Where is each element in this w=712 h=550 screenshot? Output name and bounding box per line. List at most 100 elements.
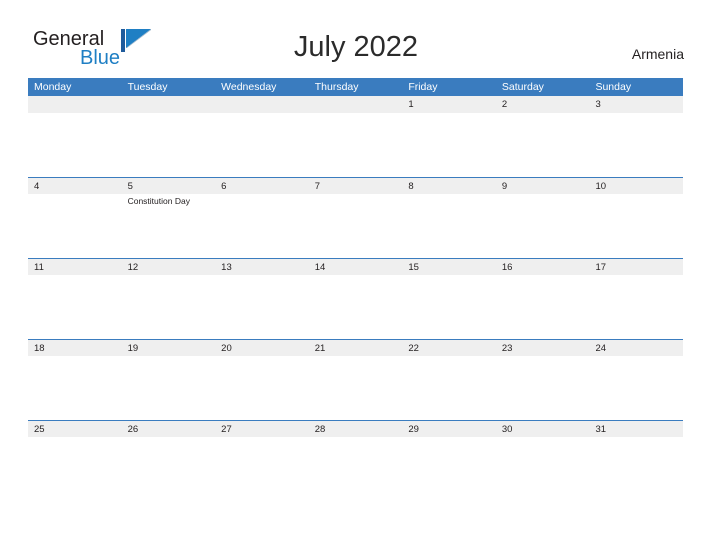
week-content-row xyxy=(28,437,683,501)
day-cell[interactable] xyxy=(496,194,590,258)
calendar-week-row: 18 19 20 21 22 23 24 xyxy=(28,339,683,420)
day-number[interactable]: 1 xyxy=(402,96,496,113)
day-cell[interactable] xyxy=(28,275,122,339)
weekday-header-row: Monday Tuesday Wednesday Thursday Friday Satu… xyxy=(28,78,683,96)
day-number[interactable]: 27 xyxy=(215,421,309,437)
page-title: July 2022 xyxy=(293,31,419,63)
day-cell[interactable] xyxy=(402,356,496,420)
day-number[interactable]: 21 xyxy=(309,340,403,356)
day-cell[interactable] xyxy=(309,194,403,258)
day-cell[interactable] xyxy=(589,194,683,258)
day-number[interactable]: 17 xyxy=(589,259,683,275)
weekday-header-thursday: Thursday xyxy=(314,81,359,93)
day-number[interactable] xyxy=(122,96,216,113)
calendar-week-row: 123 xyxy=(28,96,683,177)
day-cell[interactable] xyxy=(28,356,122,420)
weekday-header-tuesday: Tuesday xyxy=(127,81,168,93)
week-date-band: 18 19 20 21 22 23 24 xyxy=(28,339,683,356)
day-cell[interactable] xyxy=(496,356,590,420)
day-number[interactable]: 9 xyxy=(496,178,590,194)
day-number[interactable]: 10 xyxy=(589,178,683,194)
day-number[interactable]: 8 xyxy=(402,178,496,194)
day-cell[interactable]: Constitution Day xyxy=(122,194,216,258)
day-cell[interactable] xyxy=(496,275,590,339)
day-cell[interactable] xyxy=(589,275,683,339)
calendar-week-row: 25 26 27 28 29 30 31 xyxy=(28,420,683,501)
week-date-band: 11 12 13 14 15 16 17 xyxy=(28,258,683,275)
day-cell[interactable] xyxy=(309,275,403,339)
day-number[interactable]: 3 xyxy=(589,96,683,113)
day-number[interactable]: 6 xyxy=(215,178,309,194)
calendar-weeks: 1 2 3 4 5 6 7 8 9 10 Constitution Day 11 12 13 14 15 16 1… xyxy=(28,96,683,501)
day-cell[interactable] xyxy=(122,275,216,339)
day-cell[interactable] xyxy=(215,194,309,258)
day-cell[interactable] xyxy=(28,437,122,501)
day-number[interactable]: 2 xyxy=(496,96,590,113)
day-cell[interactable] xyxy=(215,437,309,501)
day-cell[interactable] xyxy=(122,437,216,501)
day-cell[interactable] xyxy=(496,437,590,501)
weekday-header-friday: Friday xyxy=(408,81,438,93)
day-cell[interactable] xyxy=(215,113,309,177)
day-cell[interactable] xyxy=(28,194,122,258)
day-number[interactable]: 29 xyxy=(402,421,496,437)
day-number[interactable]: 5 xyxy=(122,178,216,194)
day-cell[interactable] xyxy=(309,356,403,420)
day-cell[interactable] xyxy=(402,113,496,177)
calendar-page: General Blue July 2022 Armenia Monday Tue… xyxy=(0,0,712,550)
country-label: Armenia xyxy=(631,46,684,62)
day-cell[interactable] xyxy=(402,275,496,339)
day-number[interactable]: 14 xyxy=(309,259,403,275)
day-number[interactable]: 16 xyxy=(496,259,590,275)
day-number[interactable]: 19 xyxy=(122,340,216,356)
day-cell[interactable] xyxy=(496,113,590,177)
day-number[interactable]: 24 xyxy=(589,340,683,356)
day-cell[interactable] xyxy=(122,113,216,177)
day-number[interactable]: 7 xyxy=(309,178,403,194)
day-number[interactable]: 23 xyxy=(496,340,590,356)
day-cell[interactable] xyxy=(309,437,403,501)
day-cell[interactable] xyxy=(309,113,403,177)
day-number[interactable]: 4 xyxy=(28,178,122,194)
calendar-week-row: 11 12 13 14 15 16 17 xyxy=(28,258,683,339)
day-number[interactable]: 15 xyxy=(402,259,496,275)
day-cell[interactable] xyxy=(122,356,216,420)
week-content-row xyxy=(28,113,683,177)
day-number[interactable]: 12 xyxy=(122,259,216,275)
week-content-row xyxy=(28,356,683,420)
calendar-week-row: 4 5 6 7 8 9 10 Constitution Day xyxy=(28,177,683,258)
week-date-band: 25 26 27 28 29 30 31 xyxy=(28,420,683,437)
week-date-band: 4 5 6 7 8 9 10 xyxy=(28,177,683,194)
day-number[interactable] xyxy=(28,96,122,113)
day-number[interactable] xyxy=(215,96,309,113)
weekday-header-wednesday: Wednesday xyxy=(221,81,277,93)
day-number[interactable]: 11 xyxy=(28,259,122,275)
week-content-row: Constitution Day xyxy=(28,194,683,258)
day-cell[interactable] xyxy=(402,194,496,258)
day-number[interactable]: 28 xyxy=(309,421,403,437)
day-number[interactable]: 18 xyxy=(28,340,122,356)
weekday-header-sunday: Sunday xyxy=(595,81,632,93)
day-cell[interactable] xyxy=(589,437,683,501)
day-cell[interactable] xyxy=(589,356,683,420)
day-number[interactable] xyxy=(309,96,403,113)
day-number[interactable]: 13 xyxy=(215,259,309,275)
weekday-header-saturday: Saturday xyxy=(501,81,544,93)
day-cell[interactable] xyxy=(589,113,683,177)
day-cell[interactable] xyxy=(215,275,309,339)
day-number[interactable]: 22 xyxy=(402,340,496,356)
day-cell[interactable] xyxy=(402,437,496,501)
day-number[interactable]: 30 xyxy=(496,421,590,437)
day-cell[interactable] xyxy=(215,356,309,420)
week-content-row xyxy=(28,275,683,339)
day-number[interactable]: 26 xyxy=(122,421,216,437)
calendar-grid: Monday Tuesday Wednesday Thursday Friday Satu… xyxy=(28,78,683,501)
weekday-header-monday: Monday xyxy=(34,81,72,93)
page-header: General Blue July 2022 Armenia xyxy=(0,0,712,78)
day-event-label: Constitution Day xyxy=(127,196,190,206)
day-cell[interactable] xyxy=(28,113,122,177)
day-number[interactable]: 31 xyxy=(589,421,683,437)
week-date-band: 123 xyxy=(28,96,683,113)
day-number[interactable]: 20 xyxy=(215,340,309,356)
day-number[interactable]: 25 xyxy=(28,421,122,437)
